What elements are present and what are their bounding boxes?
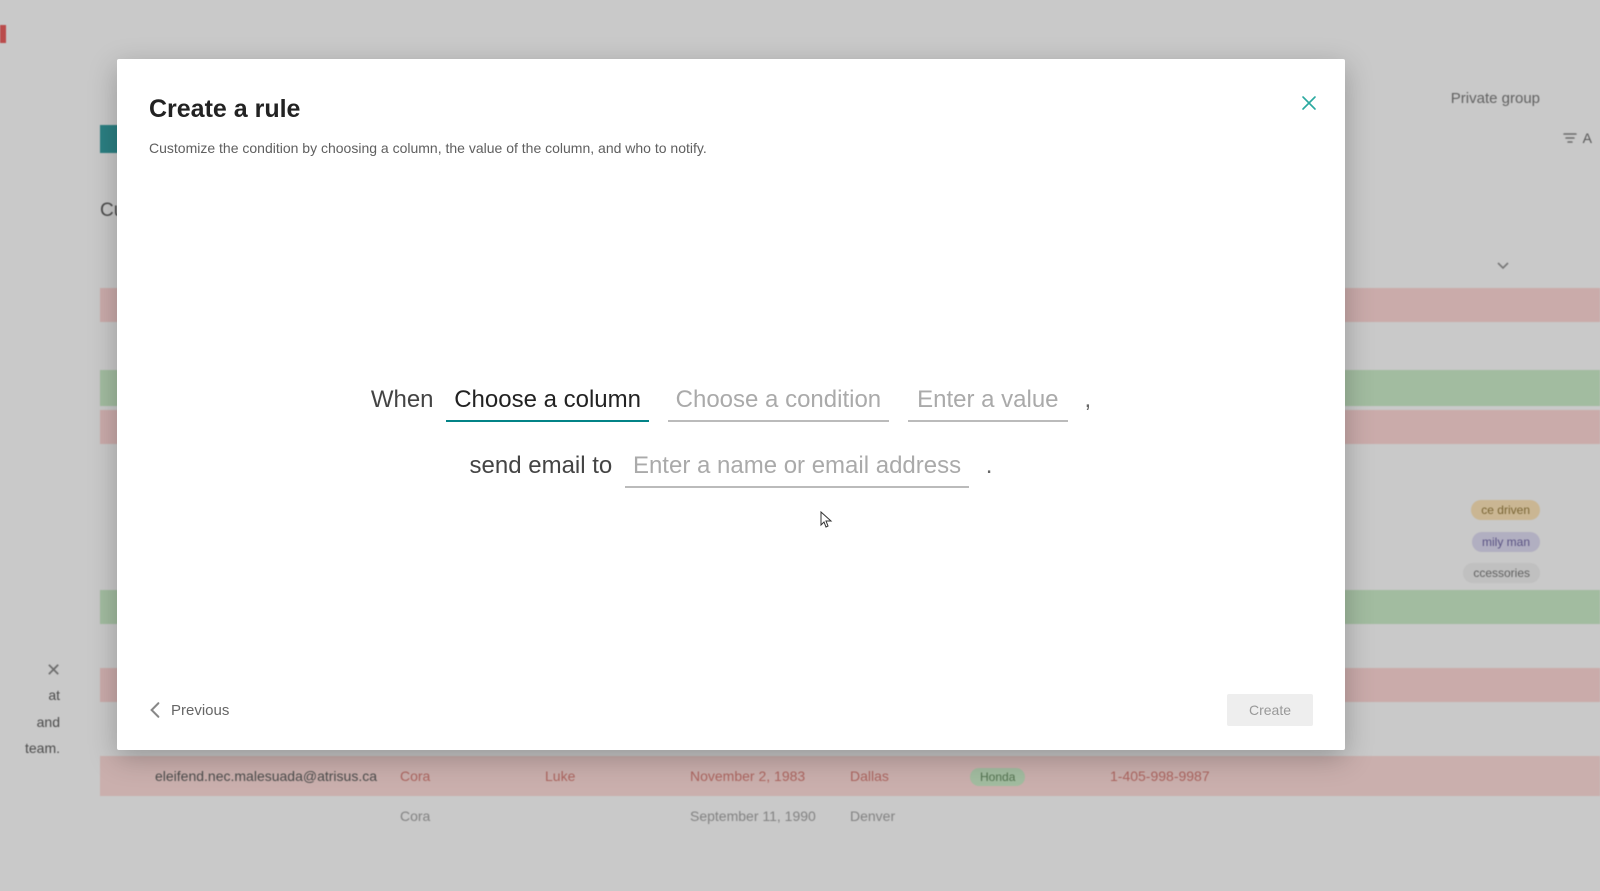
- previous-label: Previous: [171, 702, 229, 719]
- condition-picker[interactable]: Choose a condition: [668, 384, 889, 422]
- comma: ,: [1080, 386, 1091, 413]
- rule-line-condition: When Choose a column Choose a condition …: [117, 384, 1345, 422]
- dialog-footer: Previous Create: [149, 694, 1313, 726]
- dialog-title: Create a rule: [149, 95, 1313, 124]
- send-email-label: send email to: [470, 452, 613, 479]
- previous-button[interactable]: Previous: [149, 701, 229, 719]
- recipient-input[interactable]: Enter a name or email address: [625, 450, 969, 488]
- column-picker[interactable]: Choose a column: [446, 384, 649, 422]
- create-button[interactable]: Create: [1227, 694, 1313, 726]
- close-button[interactable]: [1295, 89, 1323, 117]
- close-icon: [1301, 95, 1317, 111]
- rule-line-action: send email to Enter a name or email addr…: [117, 450, 1345, 488]
- dialog-subtitle: Customize the condition by choosing a co…: [149, 140, 1313, 156]
- chevron-left-icon: [149, 701, 161, 719]
- rule-builder: When Choose a column Choose a condition …: [117, 384, 1345, 516]
- value-input[interactable]: Enter a value: [908, 384, 1068, 422]
- create-rule-dialog: Create a rule Customize the condition by…: [117, 59, 1345, 750]
- period: .: [982, 452, 993, 479]
- when-label: When: [371, 386, 434, 413]
